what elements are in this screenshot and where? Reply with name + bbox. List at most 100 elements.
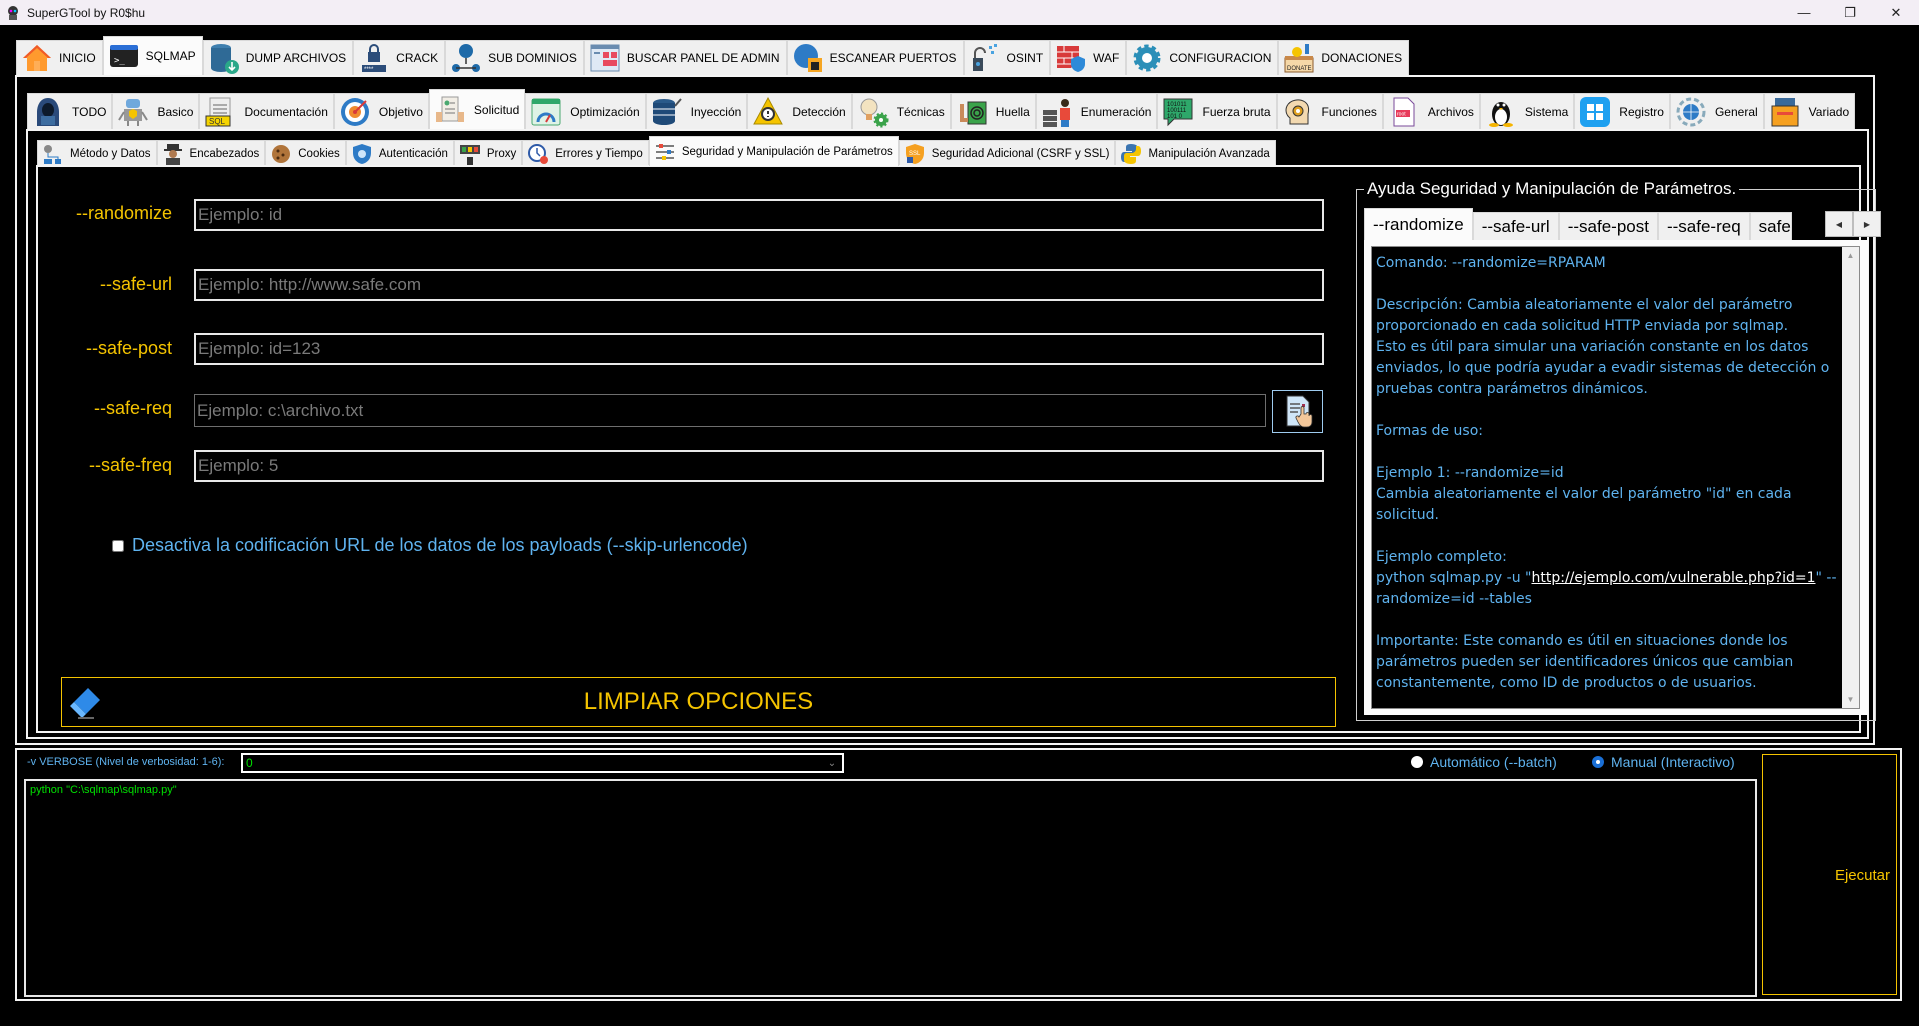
tab-scroll-right-button[interactable]: ▶ <box>1853 211 1881 237</box>
skip-urlencode-option[interactable]: Desactiva la codificación URL de los dat… <box>112 535 748 556</box>
tab-scroll-left-button[interactable]: ◀ <box>1825 211 1853 237</box>
tab-funciones[interactable]: Funciones <box>1276 93 1383 129</box>
execute-button[interactable]: Ejecutar <box>1762 754 1897 995</box>
close-button[interactable]: ✕ <box>1873 0 1919 25</box>
browse-file-button[interactable] <box>1272 390 1323 433</box>
tab-todo[interactable]: TODO <box>27 93 113 129</box>
tab-label: OSINT <box>1006 51 1044 65</box>
randomize-input[interactable] <box>194 199 1324 231</box>
tab-configuracion[interactable]: CONFIGURACION <box>1126 40 1279 75</box>
tab-registro[interactable]: Registro <box>1574 93 1670 129</box>
help-line <box>1376 274 1839 295</box>
request-tab-bar: Método y Datos Encabezados Cookies Auten… <box>37 136 1276 166</box>
tab-inicio[interactable]: INICIO <box>16 40 103 75</box>
verbose-value: 0 <box>246 756 253 770</box>
help-line: Importante: Este comando es útil en situ… <box>1376 633 1788 649</box>
clock-error-icon <box>527 143 549 165</box>
caret-right-icon: ▶ <box>1863 219 1871 229</box>
command-console[interactable]: python "C:\sqlmap\sqlmap.py" <box>24 779 1757 997</box>
mode-manual-radio[interactable]: Manual (Interactivo) <box>1592 754 1735 770</box>
help-tab-randomize[interactable]: --randomize <box>1364 208 1473 240</box>
tab-seguridad-adicional[interactable]: SSL Seguridad Adicional (CSRF y SSL) <box>898 140 1116 166</box>
tab-crack[interactable]: **** CRACK <box>353 40 446 75</box>
svg-text:SQL: SQL <box>209 117 226 126</box>
tab-donaciones[interactable]: DONATE DONACIONES <box>1278 40 1410 75</box>
tab-archivos[interactable]: root Archivos <box>1382 93 1480 129</box>
robot-icon <box>117 96 149 128</box>
db-injection-icon <box>651 96 683 128</box>
idea-gear-icon <box>857 96 889 128</box>
scroll-up-icon[interactable]: ▲ <box>1842 247 1859 264</box>
scroll-down-icon[interactable]: ▼ <box>1842 691 1859 708</box>
tab-label: Variado <box>1808 104 1850 119</box>
tab-label: ESCANEAR PUERTOS <box>829 51 957 65</box>
tab-general[interactable]: General <box>1669 93 1764 129</box>
randomize-label: --randomize <box>75 203 172 223</box>
tab-inyeccion[interactable]: Inyección <box>645 93 748 129</box>
help-textbox[interactable]: Comando: --randomize=RPARAM Descripción: … <box>1371 246 1860 709</box>
tab-cookies[interactable]: Cookies <box>265 140 346 166</box>
tab-proxy[interactable]: Proxy <box>453 140 523 166</box>
tab-waf[interactable]: WAF <box>1050 40 1127 75</box>
help-scrollbar[interactable]: ▲ ▼ <box>1842 247 1859 708</box>
skip-urlencode-checkbox[interactable] <box>112 539 124 552</box>
minimize-button[interactable]: — <box>1781 0 1827 25</box>
window-title: SuperGTool by R0$hu <box>27 5 146 20</box>
verbose-label: -v VERBOSE (Nivel de verbosidad: 1-6): <box>27 756 225 768</box>
tab-fuerza-bruta[interactable]: 101011 100111 101 0 Fuerza bruta <box>1157 93 1277 129</box>
tab-encabezados[interactable]: Encabezados <box>156 140 266 166</box>
tab-solicitud[interactable]: Solicitud <box>428 89 526 129</box>
tab-label: Inyección <box>690 104 742 119</box>
tab-variado[interactable]: Variado <box>1763 93 1856 129</box>
tab-sistema[interactable]: Sistema <box>1479 93 1575 129</box>
tab-manipulacion-avanzada[interactable]: Manipulación Avanzada <box>1115 140 1276 166</box>
tab-basico[interactable]: Basico <box>112 93 200 129</box>
tab-autenticacion[interactable]: Autenticación <box>345 140 454 166</box>
safe-post-input[interactable] <box>194 333 1324 365</box>
tab-label: Registro <box>1619 104 1664 119</box>
example-link[interactable]: http://ejemplo.com/vulnerable.php?id=1 <box>1531 570 1815 586</box>
tab-deteccion[interactable]: Detección <box>747 93 852 129</box>
tab-osint[interactable]: OSINT <box>963 40 1051 75</box>
help-tab-bar: --randomize --safe-url --safe-post --saf… <box>1364 208 1792 240</box>
help-tab-safe-req[interactable]: --safe-req <box>1657 212 1750 240</box>
tab-label: WAF <box>1093 51 1120 65</box>
help-example-line: python sqlmap.py -u "http://ejemplo.com/… <box>1376 568 1839 589</box>
caret-left-icon: ◀ <box>1835 219 1843 229</box>
tab-sqlmap[interactable]: >_ SQLMAP <box>102 36 203 75</box>
tab-label: CRACK <box>396 51 439 65</box>
tab-sub-dominios[interactable]: SUB DOMINIOS <box>445 40 584 75</box>
example-suffix: " -- <box>1815 570 1837 586</box>
tab-buscar-panel-admin[interactable]: BUSCAR PANEL DE ADMIN <box>583 40 787 75</box>
help-tab-safe-url[interactable]: --safe-url <box>1472 212 1559 240</box>
safe-url-input[interactable] <box>194 269 1324 301</box>
tab-escanear-puertos[interactable]: ESCANEAR PUERTOS <box>786 40 964 75</box>
help-line: Formas de uso: <box>1376 423 1483 439</box>
title-bar: SuperGTool by R0$hu — ❐ ✕ <box>0 0 1919 25</box>
tab-objetivo[interactable]: Objetivo <box>333 93 429 129</box>
clear-options-button[interactable]: LIMPIAR OPCIONES <box>61 677 1336 727</box>
mode-automatic-radio[interactable]: Automático (--batch) <box>1411 754 1557 770</box>
tab-dump-archivos[interactable]: DUMP ARCHIVOS <box>202 40 354 75</box>
safe-freq-input[interactable] <box>194 450 1324 482</box>
tab-optimizacion[interactable]: Optimización <box>525 93 646 129</box>
tab-label: Enumeración <box>1080 104 1152 119</box>
tab-huella[interactable]: Huella <box>950 93 1036 129</box>
help-tab-safe-freq[interactable]: --safe-freq <box>1749 212 1792 240</box>
safe-req-input[interactable] <box>194 394 1266 427</box>
tab-label: Autenticación <box>378 147 448 160</box>
tab-documentacion[interactable]: SQL Documentación <box>199 93 334 129</box>
help-tab-safe-post[interactable]: --safe-post <box>1558 212 1658 240</box>
tab-tecnicas[interactable]: Técnicas <box>851 93 951 129</box>
execute-label: Ejecutar <box>1834 867 1890 884</box>
restore-button[interactable]: ❐ <box>1827 0 1873 25</box>
database-download-icon <box>208 42 240 74</box>
tab-seguridad-manipulacion[interactable]: Seguridad y Manipulación de Parámetros <box>648 136 899 166</box>
tab-errores-tiempo[interactable]: Errores y Tiempo <box>522 140 649 166</box>
tab-enumeracion[interactable]: Enumeración <box>1035 93 1158 129</box>
tab-label: DUMP ARCHIVOS <box>245 51 347 65</box>
tab-label: Proxy <box>486 147 517 160</box>
globe-cycle-icon <box>1675 96 1707 128</box>
tab-metodo-datos[interactable]: Método y Datos <box>37 140 157 166</box>
verbose-dropdown[interactable]: 0 ⌄ <box>241 753 844 773</box>
